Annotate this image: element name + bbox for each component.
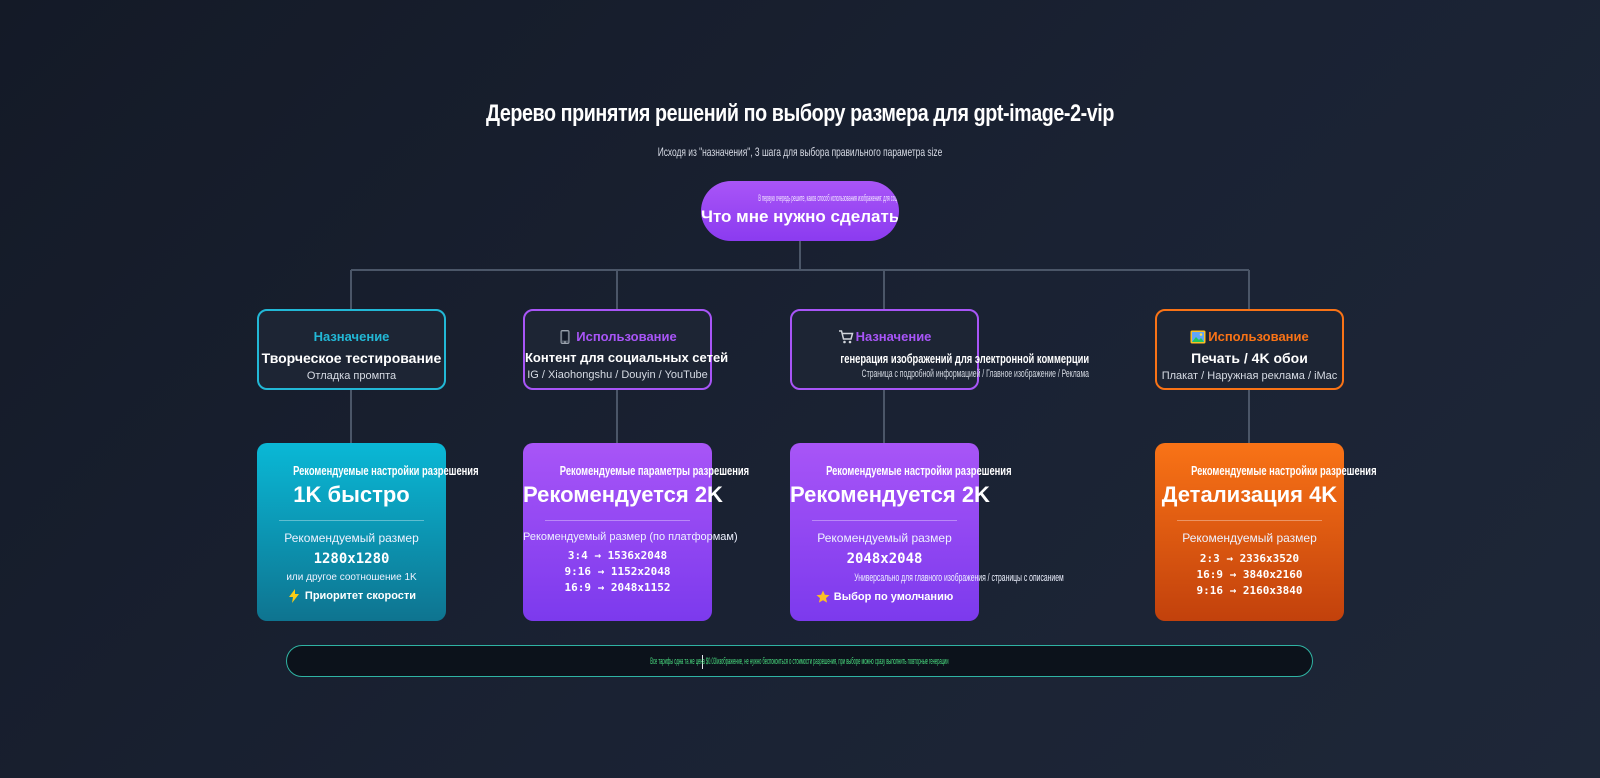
size-value: 9:16 → 2160x3840	[1196, 584, 1303, 597]
purpose-node-ecommerce: Назначение генерация изображений для эле…	[790, 309, 1089, 390]
lightning-icon	[287, 589, 301, 603]
purpose-tag: Назначение	[313, 329, 390, 344]
root-hint: В первую очередь решите, каков способ ис…	[758, 193, 899, 203]
purpose-node-social: Использование Контент для социальных сет…	[523, 309, 729, 390]
footer-note: Все тарифы одна та же цена $0.03/изображ…	[286, 645, 1313, 677]
result-value: Рекомендуется 2K	[790, 482, 990, 507]
result-card-2k-social: Рекомендуемые параметры разрешения Реком…	[523, 443, 749, 621]
purpose-tag: Использование	[576, 329, 677, 344]
root-node: В первую очередь решите, каков способ ис…	[701, 181, 899, 241]
divider	[279, 520, 424, 521]
result-label: Рекомендуемые настройки разрешения	[293, 463, 479, 478]
size-label: Рекомендуемый размер	[817, 531, 952, 545]
root-question: Что мне нужно сделать?	[701, 207, 899, 226]
size-value: 3:4 → 1536x2048	[567, 549, 668, 562]
cart-icon	[838, 329, 854, 344]
star-icon	[816, 590, 830, 604]
result-value: Рекомендуется 2K	[523, 482, 723, 507]
size-value: 2:3 → 2336x3520	[1199, 552, 1300, 565]
result-value: 1K быстро	[293, 482, 410, 507]
result-badge: Приоритет скорости	[304, 590, 417, 602]
result-card-1k: Рекомендуемые настройки разрешения 1K бы…	[257, 443, 479, 621]
result-card-4k: Рекомендуемые настройки разрешения Детал…	[1155, 443, 1377, 621]
divider	[1177, 520, 1322, 521]
result-label: Рекомендуемые настройки разрешения	[1191, 463, 1377, 478]
size-value: 16:9 → 3840x2160	[1196, 568, 1303, 581]
size-value: 1280x1280	[313, 551, 390, 567]
result-label: Рекомендуемые параметры разрешения	[559, 463, 750, 478]
picture-icon	[1190, 330, 1206, 344]
size-note: или другое соотношение 1K	[286, 572, 417, 583]
purpose-title: генерация изображений для электронной ко…	[840, 351, 1090, 366]
size-label: Рекомендуемый размер	[1182, 531, 1317, 545]
result-label: Рекомендуемые настройки разрешения	[826, 463, 1012, 478]
size-note: Универсально для главного изображения / …	[854, 572, 1064, 584]
footer-text: Все тарифы одна та же цена $0.03/изображ…	[650, 656, 949, 666]
size-value: 2048x2048	[846, 551, 923, 567]
phone-icon	[558, 329, 572, 344]
purpose-title: Творческое тестирование	[261, 350, 442, 366]
purpose-title: Контент для социальных сетей	[525, 350, 729, 365]
result-card-2k-ecommerce: Рекомендуемые настройки разрешения Реком…	[790, 443, 1064, 621]
purpose-desc: IG / Xiaohongshu / Douyin / YouTube	[527, 369, 708, 381]
size-label: Рекомендуемый размер	[284, 531, 419, 545]
purpose-node-testing: Назначение Творческое тестирование Отлад…	[257, 309, 446, 390]
purpose-desc: Плакат / Наружная реклама / iMac	[1161, 370, 1338, 382]
purpose-node-print: Использование Печать / 4K обои Плакат / …	[1155, 309, 1344, 390]
result-badge: Выбор по умолчанию	[833, 591, 954, 603]
purpose-tag: Использование	[1208, 329, 1309, 344]
size-label: Рекомендуемый размер (по платформам)	[523, 531, 738, 543]
purpose-desc: Отладка промпта	[306, 370, 397, 382]
purpose-title: Печать / 4K обои	[1191, 350, 1308, 366]
size-value: 9:16 → 1152x2048	[564, 565, 671, 578]
purpose-tag: Назначение	[855, 329, 932, 344]
size-value: 16:9 → 2048x1152	[564, 581, 671, 594]
purpose-desc: Страница с подробной информацией / Главн…	[861, 368, 1089, 380]
result-value: Детализация 4K	[1161, 482, 1338, 507]
divider	[545, 520, 690, 521]
divider	[812, 520, 957, 521]
